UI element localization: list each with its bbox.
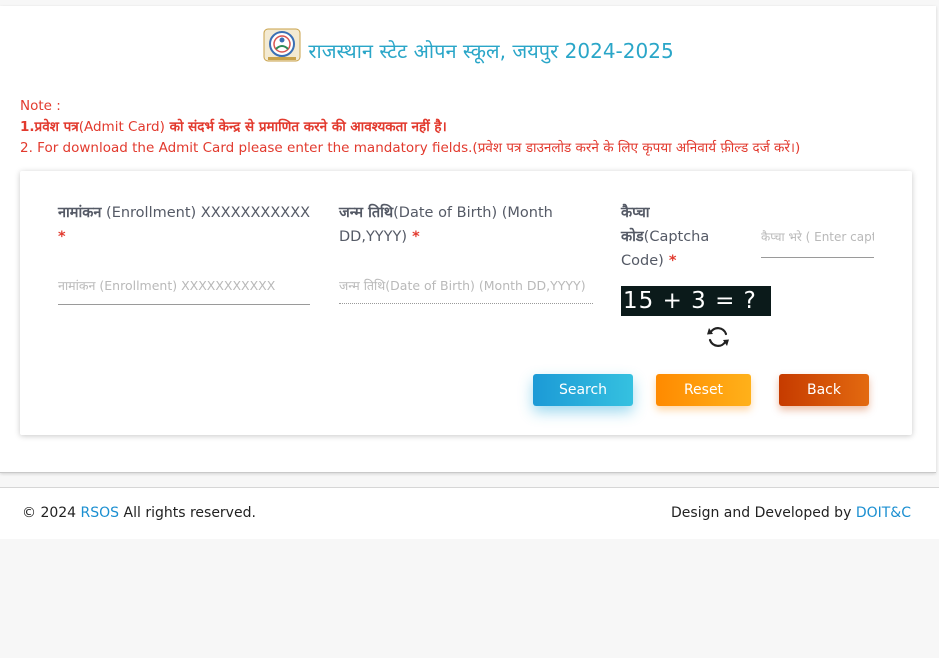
reset-button[interactable]: Reset [656,374,751,406]
page-title: राजस्थान स्टेट ओपन स्कूल, जयपुर 2024-202… [308,38,674,63]
copyright-prefix: © 2024 [22,505,81,521]
admit-card-form: नामांकन (Enrollment) XXXXXXXXXXX * जन्म … [20,171,912,435]
search-button[interactable]: Search [533,374,633,406]
back-button[interactable]: Back [779,374,869,406]
page-header: राजस्थान स्टेट ओपन स्कूल, जयपुर 2024-202… [0,28,936,70]
footer: © 2024 RSOS All rights reserved. Design … [0,488,939,539]
enrollment-input[interactable] [58,275,310,295]
note-heading: Note : [20,98,61,114]
captcha-required-mark: * [663,253,677,269]
dob-label-hi: जन्म तिथि [339,205,394,221]
copyright-suffix: All rights reserved. [119,505,256,521]
rsos-logo-icon [263,28,301,62]
refresh-icon[interactable] [705,324,731,350]
rsos-link[interactable]: RSOS [81,505,120,521]
dob-input[interactable] [339,275,593,295]
captcha-image: 15 + 3 = ? [621,286,771,316]
designed-by-text: Design and Developed by [671,505,856,521]
captcha-input[interactable] [761,227,874,247]
captcha-label: कैप्चा कोड(Captcha Code) * [621,201,739,273]
note-section: Note : 1.प्रवेश पत्र(Admit Card) को संदर… [20,96,920,159]
footer-credits: Design and Developed by DOIT&C [671,505,911,521]
enrollment-label: नामांकन (Enrollment) XXXXXXXXXXX * [58,201,318,249]
note-line-2: 2. For download the Admit Card please en… [20,140,801,156]
note-line-1: 1.प्रवेश पत्र(Admit Card) को संदर्भ केन्… [20,117,920,138]
captcha-label-hi-1: कैप्चा [621,205,650,221]
dob-label: जन्म तिथि(Date of Birth) (Month DD,YYYY)… [339,201,589,249]
captcha-label-hi-2: कोड [621,229,644,245]
enrollment-label-en: (Enrollment) XXXXXXXXXXX [101,205,311,221]
note-line-1-suffix: को संदर्भ केन्द्र से प्रमाणित करने की आव… [164,119,447,135]
note-line-1-prefix: 1.प्रवेश पत्र [20,119,79,135]
captcha-underline [761,257,874,258]
note-line-1-en: (Admit Card) [78,119,165,135]
dob-underline [339,303,593,304]
dob-required-mark: * [407,229,420,245]
footer-copyright: © 2024 RSOS All rights reserved. [22,505,256,521]
enrollment-label-hi: नामांकन [58,205,102,221]
main-card: राजस्थान स्टेट ओपन स्कूल, जयपुर 2024-202… [0,6,936,473]
doit-link[interactable]: DOIT&C [856,505,911,521]
enrollment-underline [58,304,310,305]
enrollment-required-mark: * [58,229,66,245]
